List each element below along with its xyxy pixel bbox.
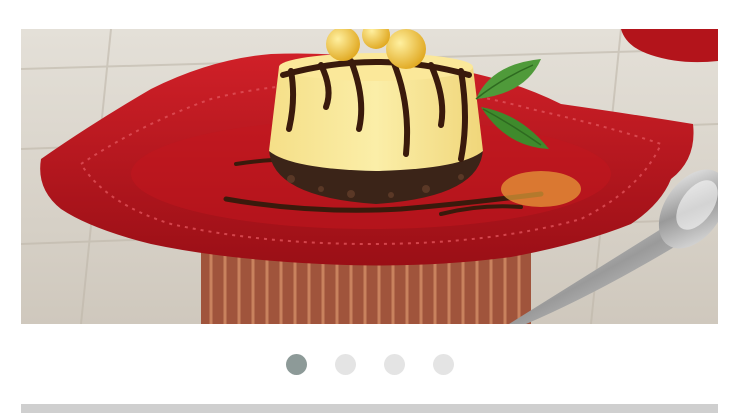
dessert-photo <box>21 29 718 324</box>
carousel-dot-1[interactable] <box>286 354 307 375</box>
bottom-panel-edge <box>21 404 718 413</box>
carousel-dot-4[interactable] <box>433 354 454 375</box>
carousel-slide[interactable] <box>21 29 718 324</box>
carousel-pagination <box>0 352 739 378</box>
carousel-dot-3[interactable] <box>384 354 405 375</box>
carousel-dot-2[interactable] <box>335 354 356 375</box>
